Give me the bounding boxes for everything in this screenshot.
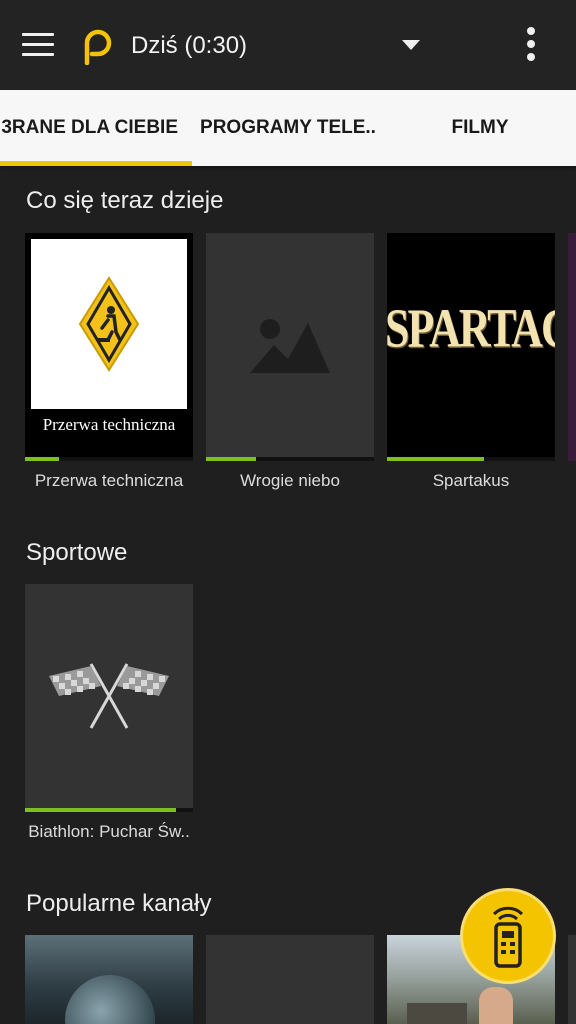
section-title-popular: Popularne kanały <box>26 890 212 917</box>
hamburger-icon[interactable] <box>22 33 54 57</box>
section-title-sports: Sportowe <box>26 539 128 566</box>
more-vert-icon[interactable] <box>524 27 538 63</box>
remote-control-button[interactable] <box>460 888 556 984</box>
construction-sign-icon <box>78 276 140 372</box>
image-placeholder-icon <box>250 319 330 373</box>
channel-thumbnail <box>25 935 193 1024</box>
remote-control-icon <box>492 906 524 968</box>
channel-card-peek[interactable] <box>568 935 576 1024</box>
channel-card[interactable] <box>206 935 374 1024</box>
program-card-peek[interactable] <box>568 233 576 461</box>
progress-bar <box>25 457 59 461</box>
program-card[interactable]: Biathlon: Puchar Św.. <box>25 584 193 842</box>
program-thumbnail <box>206 233 374 461</box>
program-card[interactable]: SPARTACUS Spartakus <box>387 233 555 491</box>
page-title: Dziś (0:30) <box>131 32 248 59</box>
program-title: Biathlon: Puchar Św.. <box>28 822 190 841</box>
player-logo-icon <box>84 29 112 65</box>
caret-down-icon[interactable] <box>402 40 420 50</box>
thumbnail-caption: SPARTACUS <box>387 297 555 360</box>
program-title: Spartakus <box>432 471 510 490</box>
app-bar: Dziś (0:30) <box>0 0 576 90</box>
program-thumbnail <box>25 584 193 812</box>
checkered-flags-icon <box>49 663 169 729</box>
program-card[interactable]: Wrogie niebo <box>206 233 374 491</box>
progress-bar <box>206 457 257 461</box>
program-card[interactable]: Przerwa techniczna Przerwa techniczna <box>25 233 193 491</box>
program-title: Przerwa techniczna <box>34 471 184 490</box>
program-title: Wrogie niebo <box>240 471 340 490</box>
tab-bar: 3RANE DLA CIEBIE PROGRAMY TELE.. FILMY <box>0 90 576 166</box>
program-thumbnail: SPARTACUS <box>387 233 555 461</box>
progress-bar <box>387 457 485 461</box>
tab-movies[interactable]: FILMY <box>384 90 576 166</box>
tab-tv-programs[interactable]: PROGRAMY TELE.. <box>192 90 384 166</box>
progress-bar <box>25 808 177 812</box>
tab-indicator <box>0 161 192 166</box>
section-title-now: Co się teraz dzieje <box>26 187 224 214</box>
tab-recommended[interactable]: 3RANE DLA CIEBIE <box>0 90 192 166</box>
channel-card[interactable] <box>25 935 193 1024</box>
thumbnail-caption: Przerwa techniczna <box>42 415 176 434</box>
channel-thumbnail <box>206 935 374 1024</box>
program-thumbnail: Przerwa techniczna <box>25 233 193 461</box>
